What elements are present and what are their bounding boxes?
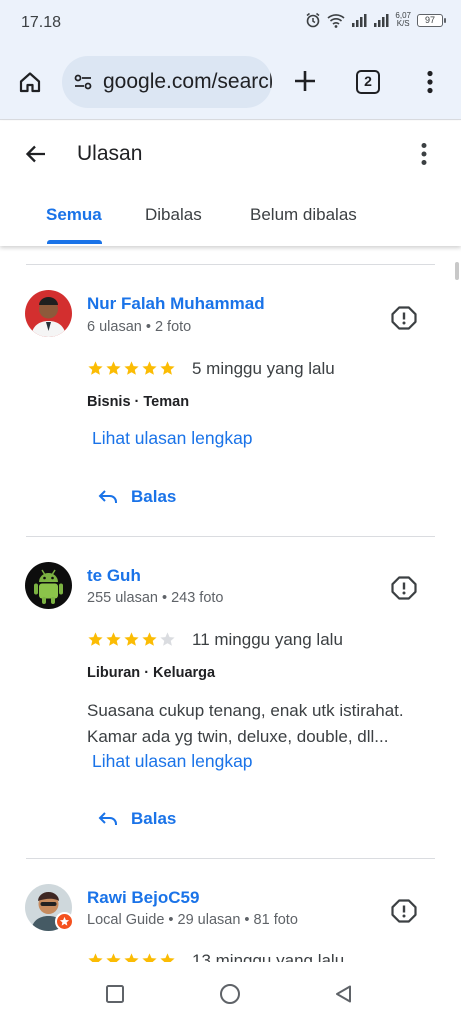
avatar[interactable]: [25, 562, 72, 609]
url-bar[interactable]: google.com/search: [62, 56, 272, 108]
star-empty-icon: [160, 632, 175, 646]
browser-toolbar: google.com/search 2: [0, 44, 461, 120]
new-tab-button[interactable]: [290, 66, 320, 96]
star-rating: [87, 952, 176, 962]
status-bar: 17.18 6,07 K/S 97: [0, 0, 461, 44]
scrollbar[interactable]: [455, 262, 459, 280]
battery-indicator: 97: [417, 13, 446, 27]
browser-menu-button[interactable]: [418, 66, 442, 98]
arrow-back-icon: [25, 145, 45, 163]
star-filled-icon: [106, 632, 121, 646]
tab-semua[interactable]: Semua: [46, 205, 102, 225]
star-rating: [87, 360, 176, 377]
divider: [26, 264, 435, 265]
review-text: Suasana cukup tenang, enak utk istirahat…: [87, 701, 404, 746]
home-nav-button[interactable]: [218, 982, 242, 1006]
alarm-icon: [306, 12, 320, 28]
star-filled-icon: [124, 361, 139, 375]
review-tags: Liburan · Keluarga: [87, 665, 216, 681]
star-icon: [59, 916, 70, 926]
back-button[interactable]: [22, 140, 50, 168]
avatar[interactable]: [25, 290, 72, 337]
signal-icon: [374, 14, 389, 27]
reviewer-meta: Local Guide • 29 ulasan • 81 foto: [87, 912, 298, 928]
reply-label: Balas: [131, 487, 177, 506]
tab-switcher-button[interactable]: 2: [356, 70, 380, 94]
review-date: 11 minggu yang lalu: [192, 630, 343, 649]
read-full-review-link[interactable]: Lihat ulasan lengkap: [92, 751, 253, 772]
page-title: Ulasan: [77, 142, 143, 165]
home-button[interactable]: [14, 66, 46, 98]
divider: [26, 536, 435, 537]
reply-label: Balas: [131, 809, 177, 828]
more-vert-icon: [421, 143, 427, 165]
status-time: 17.18: [21, 14, 62, 31]
reply-icon: [98, 490, 117, 503]
back-nav-button[interactable]: [332, 982, 356, 1006]
tab-belum-dibalas[interactable]: Belum dibalas: [250, 205, 357, 225]
review-date: 5 minggu yang lalu: [192, 359, 335, 378]
star-filled-icon: [160, 953, 175, 962]
read-full-review-link[interactable]: Lihat ulasan lengkap: [92, 428, 253, 449]
plus-icon: [295, 71, 315, 91]
review-tags: Bisnis · Teman: [87, 394, 190, 410]
net-speed: 6,07 K/S: [395, 12, 411, 28]
back-triangle-icon: [336, 985, 351, 1003]
recents-button[interactable]: [103, 982, 127, 1006]
reviews-list[interactable]: Nur Falah Muhammad 6 ulasan • 2 foto 5 m…: [0, 246, 461, 962]
reviewer-meta: 6 ulasan • 2 foto: [87, 319, 192, 335]
reviewer-name[interactable]: Nur Falah Muhammad: [87, 294, 265, 314]
star-filled-icon: [106, 953, 121, 962]
reviews-header: Ulasan Semua Dibalas Belum dibalas: [0, 121, 461, 246]
star-filled-icon: [88, 953, 103, 962]
report-icon[interactable]: [391, 305, 417, 331]
star-filled-icon: [124, 953, 139, 962]
header-menu-button[interactable]: [412, 139, 436, 169]
recents-icon: [106, 985, 124, 1003]
site-settings-icon[interactable]: [73, 72, 93, 92]
reviewer-name[interactable]: te Guh: [87, 566, 141, 586]
reply-button[interactable]: Balas: [98, 487, 176, 507]
tab-dibalas[interactable]: Dibalas: [145, 205, 202, 225]
reviewer-meta: 255 ulasan • 243 foto: [87, 590, 224, 606]
reply-button[interactable]: Balas: [98, 809, 176, 829]
star-filled-icon: [142, 632, 157, 646]
active-tab-indicator: [47, 240, 102, 244]
home-circle-icon: [220, 984, 240, 1004]
url-text[interactable]: google.com/search: [103, 70, 272, 94]
net-speed-unit: K/S: [396, 19, 410, 28]
reply-icon: [98, 812, 117, 825]
status-icons: 6,07 K/S 97: [305, 12, 446, 28]
report-icon[interactable]: [391, 575, 417, 601]
divider: [26, 858, 435, 859]
signal-icon: [352, 14, 367, 27]
system-nav-bar: [0, 962, 461, 1024]
review-date: 13 minggu yang lalu: [192, 951, 345, 962]
wifi-icon: [327, 13, 345, 28]
reviewer-name[interactable]: Rawi BejoC59: [87, 888, 199, 908]
star-rating: [87, 631, 176, 648]
star-filled-icon: [88, 632, 103, 646]
home-icon: [19, 72, 41, 93]
star-filled-icon: [88, 361, 103, 375]
star-filled-icon: [142, 953, 157, 962]
star-filled-icon: [106, 361, 121, 375]
more-vert-icon: [427, 70, 433, 94]
local-guide-badge: [55, 912, 74, 931]
star-filled-icon: [160, 361, 175, 375]
report-icon[interactable]: [391, 898, 417, 924]
star-filled-icon: [124, 632, 139, 646]
star-filled-icon: [142, 361, 157, 375]
